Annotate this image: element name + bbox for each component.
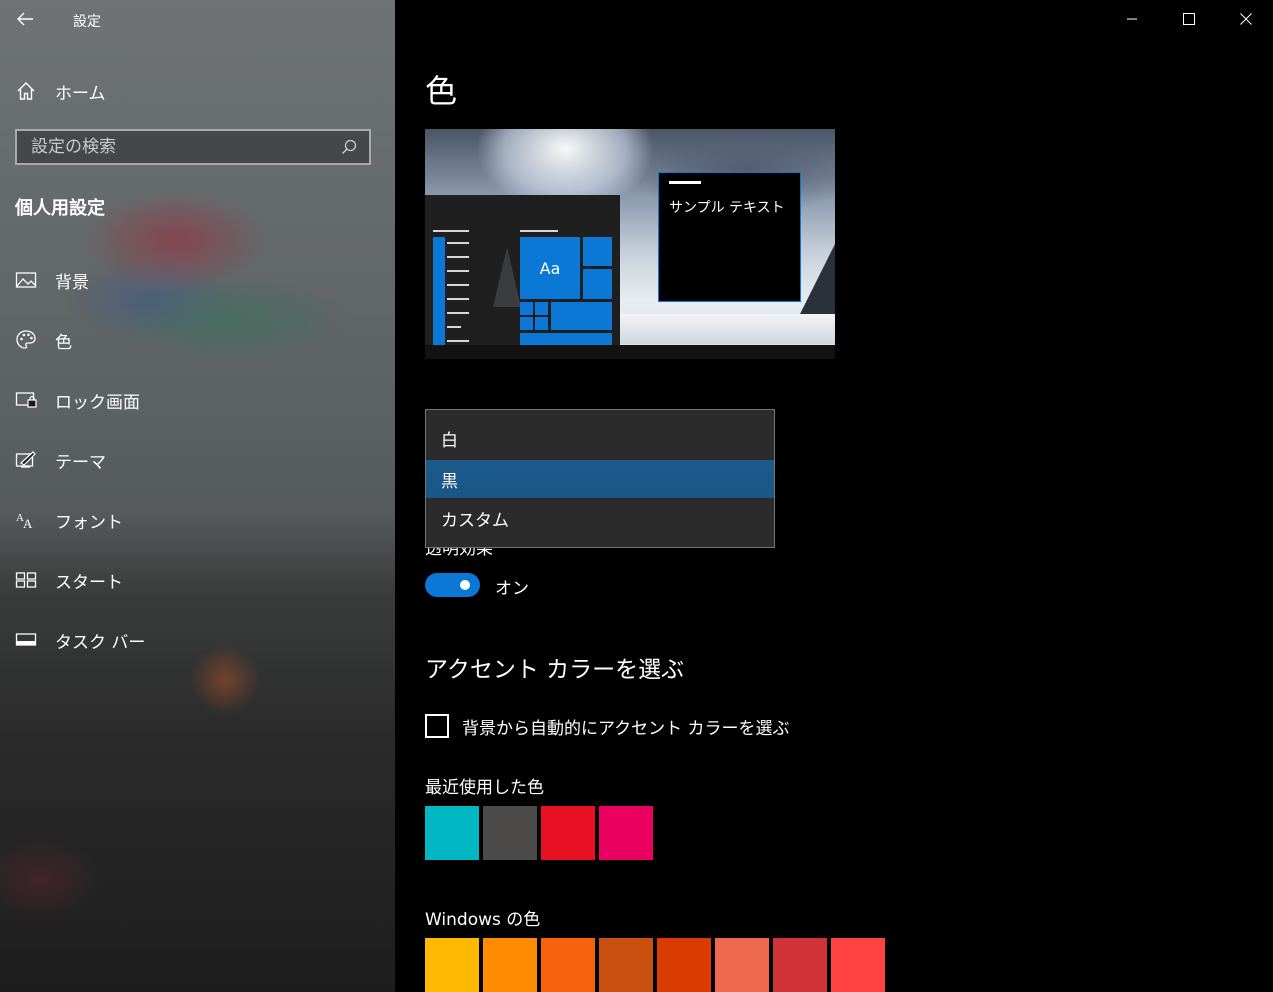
sidebar-item-background[interactable]: 背景: [14, 266, 374, 294]
color-swatch[interactable]: [599, 938, 653, 992]
auto-accent-label[interactable]: 背景から自動的にアクセント カラーを選ぶ: [462, 714, 790, 739]
taskbar-icon: [14, 629, 38, 651]
minimize-icon: [1127, 18, 1137, 20]
search-icon[interactable]: [337, 135, 361, 159]
back-button[interactable]: [14, 8, 36, 30]
sidebar-item-label: フォント: [55, 512, 123, 533]
toggle-knob: [460, 580, 470, 590]
sidebar: 設定 ホーム 個人用設定 背景 色 ロック画面 テーマ: [0, 0, 395, 992]
color-swatch[interactable]: [541, 806, 595, 860]
start-icon: [14, 569, 38, 591]
theme-icon: [14, 449, 38, 471]
section-title: 個人用設定: [15, 198, 105, 219]
preview-tile: Aa: [520, 237, 580, 299]
transparency-toggle[interactable]: [425, 573, 480, 597]
windows-colors-label: Windows の色: [425, 910, 541, 930]
dropdown-option-dark[interactable]: 黒: [426, 460, 774, 498]
nav-home-label: ホーム: [55, 83, 106, 104]
auto-accent-checkbox[interactable]: [425, 714, 449, 738]
sidebar-item-font[interactable]: AA フォント: [14, 506, 374, 534]
color-swatch[interactable]: [541, 938, 595, 992]
color-swatch[interactable]: [657, 938, 711, 992]
sidebar-item-label: 色: [55, 332, 72, 353]
preview-tree: [493, 247, 521, 307]
minimize-button[interactable]: [1109, 4, 1155, 34]
maximize-button[interactable]: [1166, 4, 1212, 34]
sidebar-item-color[interactable]: 色: [14, 326, 374, 354]
sidebar-item-theme[interactable]: テーマ: [14, 446, 374, 474]
transparency-state: オン: [495, 579, 529, 599]
sidebar-item-start[interactable]: スタート: [14, 566, 374, 594]
preview-start-menu: Aa: [425, 195, 620, 345]
accent-heading: アクセント カラーを選ぶ: [425, 657, 685, 683]
home-icon: [14, 80, 38, 102]
color-swatch[interactable]: [831, 938, 885, 992]
preview-snow: [615, 314, 835, 344]
color-swatch[interactable]: [425, 806, 479, 860]
nav-home[interactable]: ホーム: [14, 78, 106, 104]
preview-sample-window: サンプル テキスト: [658, 172, 801, 302]
sidebar-item-label: タスク バー: [55, 632, 146, 653]
sidebar-item-label: スタート: [55, 572, 123, 593]
theme-preview: Aa サンプル テキスト: [425, 129, 835, 359]
font-icon: AA: [14, 509, 38, 531]
color-swatch[interactable]: [425, 938, 479, 992]
palette-icon: [14, 329, 38, 351]
color-swatch[interactable]: [483, 806, 537, 860]
preview-sample-text: サンプル テキスト: [669, 200, 785, 216]
maximize-icon: [1183, 13, 1195, 25]
sidebar-item-lock-screen[interactable]: ロック画面: [14, 386, 374, 414]
app-title: 設定: [73, 14, 101, 30]
sidebar-item-label: 背景: [55, 272, 89, 293]
color-swatch[interactable]: [773, 938, 827, 992]
sidebar-item-taskbar[interactable]: タスク バー: [14, 626, 374, 654]
sidebar-item-label: テーマ: [55, 452, 106, 473]
color-swatch[interactable]: [715, 938, 769, 992]
close-button[interactable]: [1223, 4, 1269, 34]
search-input[interactable]: [17, 136, 337, 158]
svg-text:A: A: [23, 516, 33, 530]
dropdown-option-custom[interactable]: カスタム: [426, 499, 774, 537]
picture-icon: [14, 269, 38, 291]
preview-taskbar: [425, 345, 835, 359]
color-mode-dropdown[interactable]: 白 黒 カスタム: [425, 409, 775, 548]
search-box[interactable]: [15, 129, 371, 165]
back-arrow-icon: [17, 12, 33, 26]
page-title: 色: [425, 72, 458, 110]
dropdown-option-light[interactable]: 白: [426, 419, 774, 457]
sidebar-item-label: ロック画面: [55, 392, 140, 413]
lock-screen-icon: [14, 389, 38, 411]
color-swatch[interactable]: [483, 938, 537, 992]
color-swatch[interactable]: [599, 806, 653, 860]
close-icon: [1240, 13, 1252, 25]
recent-colors-label: 最近使用した色: [425, 778, 544, 798]
